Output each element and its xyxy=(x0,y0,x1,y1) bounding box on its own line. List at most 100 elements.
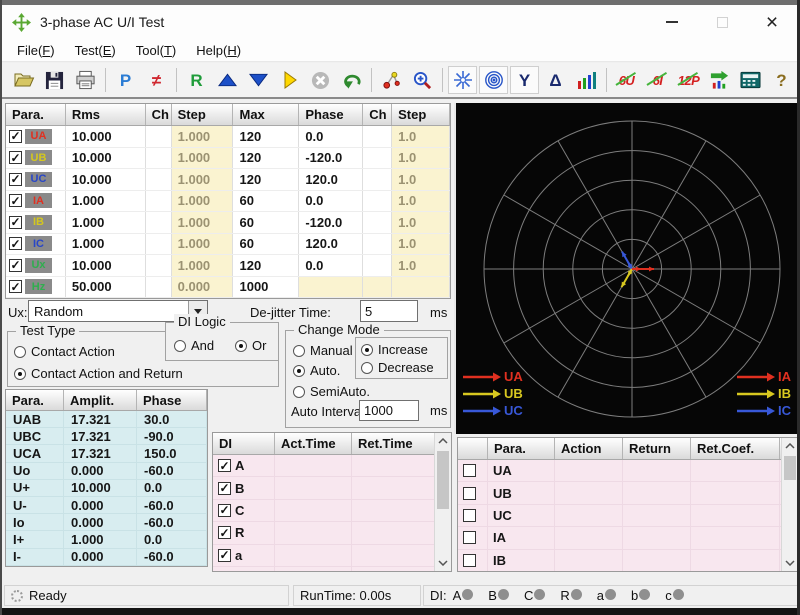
menu-item-help[interactable]: Help(H) xyxy=(186,41,251,60)
not-equal-button[interactable]: ≠ xyxy=(142,66,171,94)
maximize-button[interactable] xyxy=(697,5,747,39)
auto-interval-input[interactable] xyxy=(359,400,419,421)
param-checkbox-Hz[interactable]: ✓ xyxy=(9,280,22,293)
undo-button[interactable] xyxy=(337,66,366,94)
bar-chart-button[interactable] xyxy=(572,66,601,94)
phase-p-button[interactable]: P xyxy=(111,66,140,94)
amplitude-cell: -90.0 xyxy=(137,428,207,444)
target-view-button[interactable] xyxy=(479,66,508,94)
minimize-button[interactable] xyxy=(647,5,697,39)
param-checkbox-IA[interactable]: ✓ xyxy=(9,194,22,207)
param-cell-max[interactable]: 120 xyxy=(233,148,299,169)
stop-button[interactable] xyxy=(306,66,335,94)
six-i-button[interactable]: 6I xyxy=(643,66,672,94)
radio-contact-action[interactable]: Contact Action xyxy=(14,344,115,359)
param-cell-rms[interactable]: 1.000 xyxy=(66,234,146,255)
param-checkbox-UA[interactable]: ✓ xyxy=(9,130,22,143)
print-button[interactable] xyxy=(71,66,100,94)
param-checkbox-UB[interactable]: ✓ xyxy=(9,151,22,164)
node-button[interactable] xyxy=(377,66,406,94)
legend-arrow-icon xyxy=(462,388,502,400)
scroll-up-button[interactable] xyxy=(782,438,798,454)
twelve-p-button[interactable]: 12P xyxy=(674,66,703,94)
radio-and[interactable]: And xyxy=(174,338,214,353)
param-cell-max[interactable]: 60 xyxy=(233,234,299,255)
calculator-button[interactable] xyxy=(736,66,765,94)
radio-increase[interactable]: Increase xyxy=(361,342,428,357)
help-button[interactable]: ? xyxy=(767,66,796,94)
param-cell-max[interactable]: 120 xyxy=(233,126,299,147)
param-cell-max[interactable]: 120 xyxy=(233,255,299,276)
radio-decrease[interactable]: Decrease xyxy=(361,360,434,375)
vertical-scrollbar[interactable] xyxy=(434,433,451,571)
action-checkbox-UA[interactable] xyxy=(463,464,476,477)
param-cell-max[interactable]: 60 xyxy=(233,191,299,212)
scroll-down-button[interactable] xyxy=(782,555,798,571)
param-cell-rms[interactable]: 10.000 xyxy=(66,255,146,276)
zoom-in-button[interactable] xyxy=(408,66,437,94)
legend-label-IC: IC xyxy=(778,404,791,417)
param-checkbox-UC[interactable]: ✓ xyxy=(9,173,22,186)
di-checkbox-R[interactable]: ✓ xyxy=(218,526,231,539)
di-checkbox-C[interactable]: ✓ xyxy=(218,504,231,517)
param-cell-rms[interactable]: 50.000 xyxy=(66,277,146,298)
scroll-thumb[interactable] xyxy=(784,456,796,480)
radio-or[interactable]: Or xyxy=(235,338,266,353)
param-checkbox-Ux[interactable]: ✓ xyxy=(9,259,22,272)
menu-item-file[interactable]: File(F) xyxy=(7,41,65,60)
param-cell-rms[interactable]: 10.000 xyxy=(66,169,146,190)
param-cell-max[interactable]: 60 xyxy=(233,212,299,233)
scroll-thumb[interactable] xyxy=(437,451,449,509)
vertical-scrollbar[interactable] xyxy=(781,438,798,571)
param-checkbox-IB[interactable]: ✓ xyxy=(9,216,22,229)
start-button[interactable] xyxy=(275,66,304,94)
param-cell-phase[interactable]: 0.0 xyxy=(299,126,363,147)
param-cell-phase[interactable]: -120.0 xyxy=(299,212,363,233)
param-cell-rms[interactable]: 10.000 xyxy=(66,148,146,169)
action-cell-action xyxy=(555,550,623,571)
action-checkbox-IA[interactable] xyxy=(463,531,476,544)
harmonic-button[interactable] xyxy=(705,66,734,94)
open-button[interactable] xyxy=(9,66,38,94)
radio-semiauto[interactable]: SemiAuto. xyxy=(293,384,370,399)
scroll-up-button[interactable] xyxy=(435,433,451,449)
di-checkbox-A[interactable]: ✓ xyxy=(218,459,231,472)
param-cell-phase[interactable]: -120.0 xyxy=(299,148,363,169)
vector-view-button[interactable] xyxy=(448,66,477,94)
lower-button[interactable] xyxy=(244,66,273,94)
action-checkbox-UB[interactable] xyxy=(463,487,476,500)
scroll-down-button[interactable] xyxy=(435,555,451,571)
radio-auto[interactable]: Auto. xyxy=(293,363,340,378)
di-checkbox-a[interactable]: ✓ xyxy=(218,549,231,562)
param-cell-rms[interactable]: 10.000 xyxy=(66,126,146,147)
param-cell-rms[interactable]: 1.000 xyxy=(66,212,146,233)
radio-contact-action-and-return[interactable]: Contact Action and Return xyxy=(14,366,183,381)
di-checkbox-B[interactable]: ✓ xyxy=(218,482,231,495)
six-u-button[interactable]: 6U xyxy=(612,66,641,94)
di-cell-label: ✓R xyxy=(213,522,275,543)
raise-button[interactable] xyxy=(213,66,242,94)
param-cell-phase[interactable]: 120.0 xyxy=(299,169,363,190)
param-cell-phase[interactable]: 0.0 xyxy=(299,255,363,276)
param-cell-max[interactable]: 1000 xyxy=(233,277,299,298)
param-cell-rms[interactable]: 1.000 xyxy=(66,191,146,212)
action-checkbox-UC[interactable] xyxy=(463,509,476,522)
radio-icon xyxy=(361,344,373,356)
r-button[interactable]: R xyxy=(182,66,211,94)
menu-bar: File(F)Test(E)Tool(T)Help(H) xyxy=(2,39,797,62)
param-checkbox-IC[interactable]: ✓ xyxy=(9,237,22,250)
action-checkbox-IB[interactable] xyxy=(463,554,476,567)
menu-item-tool[interactable]: Tool(T) xyxy=(126,41,186,60)
wye-button[interactable]: Y xyxy=(510,66,539,94)
param-cell-max[interactable]: 120 xyxy=(233,169,299,190)
delta-button[interactable]: Δ xyxy=(541,66,570,94)
param-cell-phase[interactable]: 120.0 xyxy=(299,234,363,255)
save-button[interactable] xyxy=(40,66,69,94)
radio-manual[interactable]: Manual xyxy=(293,343,353,358)
action-cell-ret_coef xyxy=(691,460,780,481)
menu-item-test[interactable]: Test(E) xyxy=(65,41,126,60)
close-button[interactable]: × xyxy=(747,5,797,39)
param-cell-phase[interactable]: 0.0 xyxy=(299,191,363,212)
di-checkbox-b[interactable]: ✓ xyxy=(218,571,231,572)
dejitter-input[interactable] xyxy=(360,300,418,322)
